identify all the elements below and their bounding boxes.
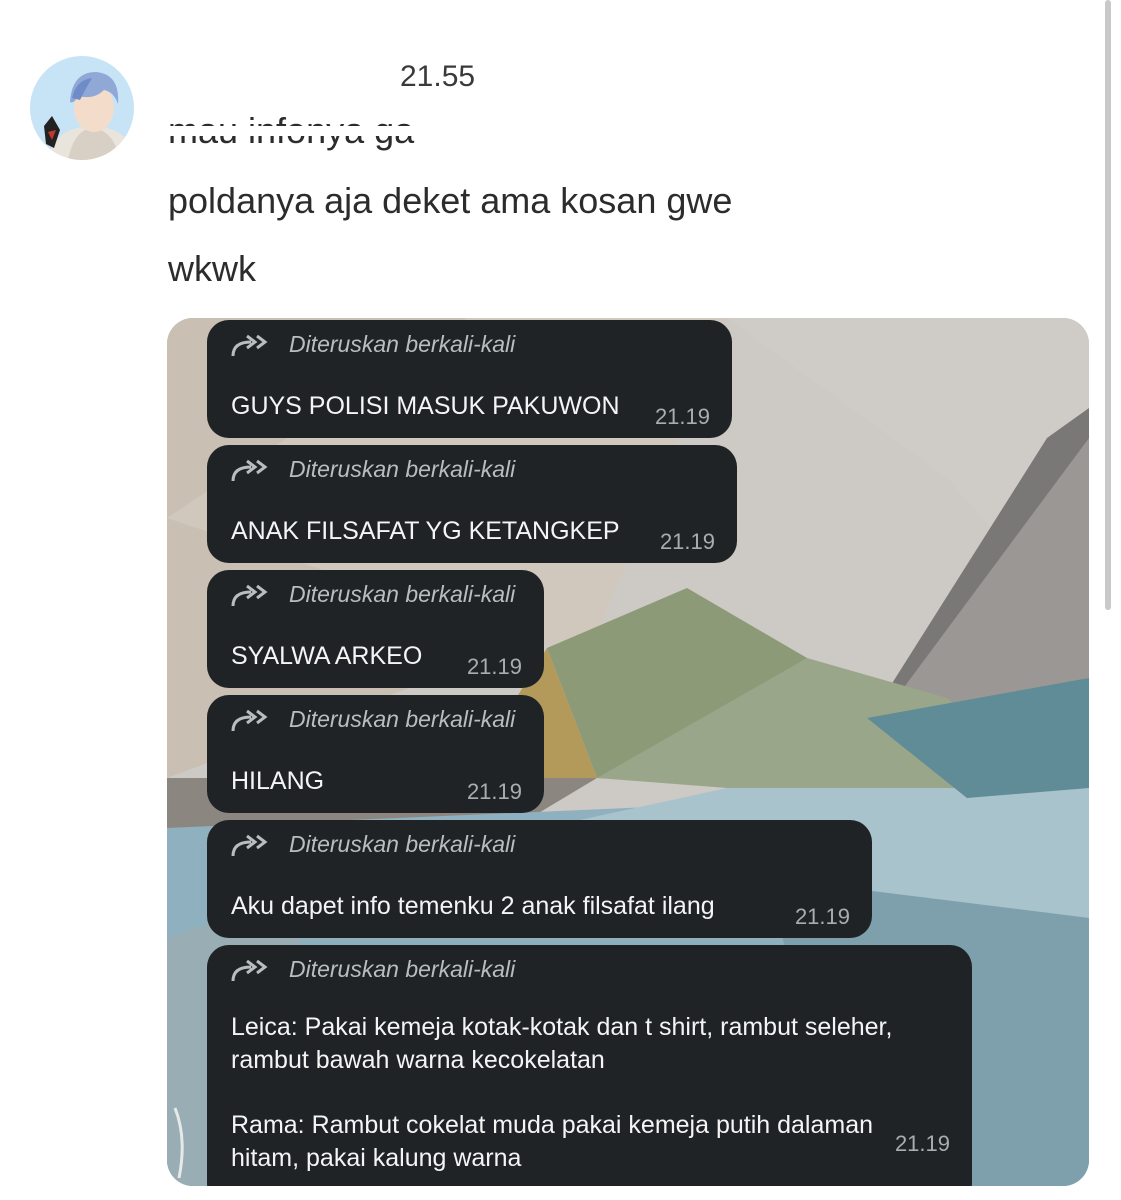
anime-avatar-icon [30, 56, 134, 160]
message-time: 21.19 [466, 779, 522, 804]
forwarded-label: Diteruskan berkali-kali [289, 955, 516, 982]
forwarded-header: Diteruskan berkali-kali [229, 578, 515, 610]
forwarded-header: Diteruskan berkali-kali [229, 453, 515, 485]
message-time: 21.19 [654, 404, 710, 429]
chat-bubble[interactable]: Diteruskan berkali-kali SYALWA ARKEO 21.… [207, 570, 544, 688]
double-forward-arrow-icon [231, 334, 268, 357]
avatar[interactable] [30, 56, 134, 160]
post-text-line: wkwk [168, 248, 256, 289]
scrollbar[interactable] [1105, 0, 1111, 610]
double-forward-arrow-icon [231, 459, 268, 482]
message-text: Aku dapet info temenku 2 anak filsafat i… [231, 892, 715, 920]
forwarded-header: Diteruskan berkali-kali [229, 328, 515, 360]
double-forward-arrow-icon [231, 584, 268, 607]
forwarded-label: Diteruskan berkali-kali [289, 455, 516, 482]
forwarded-label: Diteruskan berkali-kali [289, 705, 516, 732]
message-text: SYALWA ARKEO [231, 642, 423, 670]
message-text: ANAK FILSAFAT YG KETANGKEP [231, 517, 620, 545]
chat-bubble[interactable]: Diteruskan berkali-kali HILANG 21.19 [207, 695, 544, 813]
message-time: 21.19 [894, 1131, 950, 1156]
message-text-line: rambut bawah warna kecokelatan [231, 1046, 605, 1074]
forwarded-label: Diteruskan berkali-kali [289, 830, 516, 857]
redaction-bar [168, 126, 423, 136]
forwarded-header: Diteruskan berkali-kali [229, 828, 515, 860]
message-time: 21.19 [659, 529, 715, 554]
forwarded-label: Diteruskan berkali-kali [289, 330, 516, 357]
forwarded-label: Diteruskan berkali-kali [289, 580, 516, 607]
chat-bubble[interactable]: Diteruskan berkali-kali Aku dapet info t… [207, 820, 872, 938]
chat-bubble[interactable]: Diteruskan berkali-kali ANAK FILSAFAT YG… [207, 445, 737, 563]
forwarded-header: Diteruskan berkali-kali [229, 953, 515, 985]
chat-bubble[interactable]: Diteruskan berkali-kali GUYS POLISI MASU… [207, 320, 732, 438]
message-text-line: hitam, pakai kalung warna [231, 1144, 522, 1172]
double-forward-arrow-icon [231, 834, 268, 857]
message-time: 21.19 [466, 654, 522, 679]
message-time: 21.19 [794, 904, 850, 929]
double-forward-arrow-icon [231, 709, 268, 732]
tweet-page: 21.55 mau infonya ga poldanya aja deket … [0, 0, 1121, 1200]
message-text-line: Rama: Rambut cokelat muda pakai kemeja p… [231, 1111, 874, 1139]
forwarded-header: Diteruskan berkali-kali [229, 703, 515, 735]
attached-image[interactable]: Diteruskan berkali-kali GUYS POLISI MASU… [167, 318, 1089, 1186]
post-text-line: poldanya aja deket ama kosan gwe [168, 180, 733, 221]
double-forward-arrow-icon [231, 959, 268, 982]
message-text: GUYS POLISI MASUK PAKUWON [231, 392, 620, 420]
chat-bubble[interactable]: Diteruskan berkali-kali Leica: Pakai kem… [207, 945, 972, 1186]
post-timestamp: 21.55 [400, 60, 476, 93]
message-text: HILANG [231, 767, 325, 795]
message-text-line: Leica: Pakai kemeja kotak-kotak dan t sh… [231, 1013, 893, 1041]
